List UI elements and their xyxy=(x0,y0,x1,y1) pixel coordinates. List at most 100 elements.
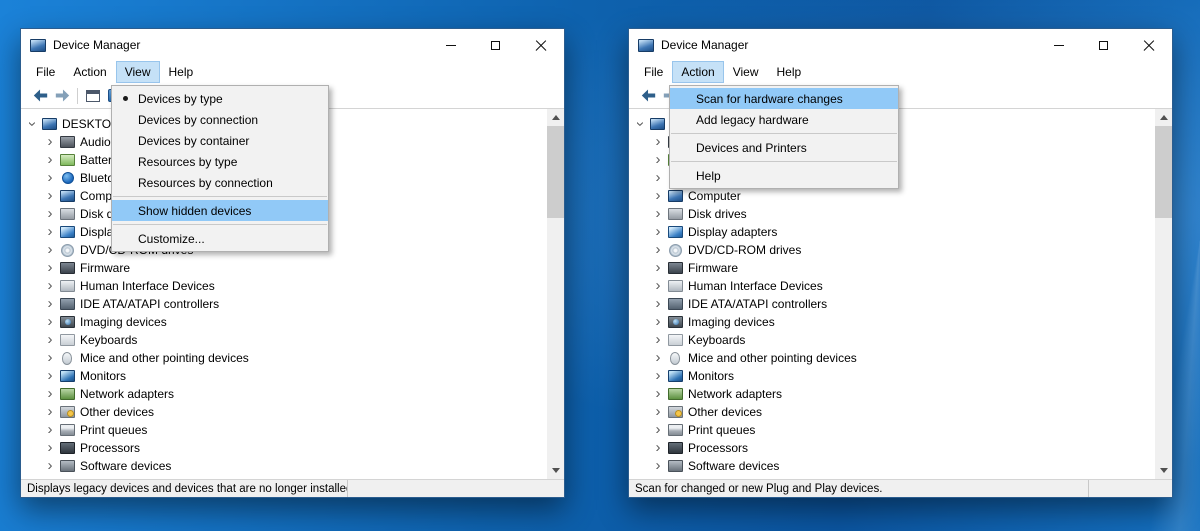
minimize-button[interactable] xyxy=(428,30,473,60)
chevron-collapsed-icon[interactable]: › xyxy=(43,406,57,418)
menubar-item-action[interactable]: Action xyxy=(672,61,723,83)
chevron-collapsed-icon[interactable]: › xyxy=(651,190,665,202)
tree-item-mice-and-other-pointing-devices[interactable]: ›Mice and other pointing devices xyxy=(629,349,1155,367)
chevron-collapsed-icon[interactable]: › xyxy=(43,226,57,238)
tree-item-ide-ata-atapi-controllers[interactable]: ›IDE ATA/ATAPI controllers xyxy=(21,295,547,313)
tree-item-print-queues[interactable]: ›Print queues xyxy=(629,421,1155,439)
chevron-collapsed-icon[interactable]: › xyxy=(43,370,57,382)
chevron-collapsed-icon[interactable]: › xyxy=(651,316,665,328)
scroll-down-icon[interactable] xyxy=(547,462,564,479)
close-button[interactable] xyxy=(1126,30,1171,60)
menubar-item-file[interactable]: File xyxy=(635,61,672,83)
tree-item-firmware[interactable]: ›Firmware xyxy=(629,259,1155,277)
menubar-item-help[interactable]: Help xyxy=(160,61,203,83)
chevron-collapsed-icon[interactable]: › xyxy=(651,298,665,310)
chevron-collapsed-icon[interactable]: › xyxy=(651,280,665,292)
tree-item-display-adapters[interactable]: ›Display adapters xyxy=(629,223,1155,241)
chevron-collapsed-icon[interactable]: › xyxy=(43,244,57,256)
tree-item-print-queues[interactable]: ›Print queues xyxy=(21,421,547,439)
chevron-collapsed-icon[interactable]: › xyxy=(43,460,57,472)
chevron-expanded-icon[interactable]: › xyxy=(26,117,38,131)
tree-item-keyboards[interactable]: ›Keyboards xyxy=(629,331,1155,349)
close-button[interactable] xyxy=(518,30,563,60)
menubar-item-help[interactable]: Help xyxy=(768,61,811,83)
chevron-collapsed-icon[interactable]: › xyxy=(43,190,57,202)
chevron-collapsed-icon[interactable]: › xyxy=(43,172,57,184)
chevron-collapsed-icon[interactable]: › xyxy=(651,406,665,418)
scroll-down-icon[interactable] xyxy=(1155,462,1172,479)
chevron-collapsed-icon[interactable]: › xyxy=(651,424,665,436)
tree-item-network-adapters[interactable]: ›Network adapters xyxy=(629,385,1155,403)
tree-item-firmware[interactable]: ›Firmware xyxy=(21,259,547,277)
menu-item-resources-by-connection[interactable]: Resources by connection xyxy=(112,172,328,193)
console-button[interactable] xyxy=(82,85,104,107)
vertical-scrollbar[interactable] xyxy=(547,109,564,479)
chevron-collapsed-icon[interactable]: › xyxy=(43,208,57,220)
chevron-collapsed-icon[interactable]: › xyxy=(43,424,57,436)
chevron-collapsed-icon[interactable]: › xyxy=(651,244,665,256)
tree-item-dvd-cd-rom-drives[interactable]: ›DVD/CD-ROM drives xyxy=(629,241,1155,259)
chevron-collapsed-icon[interactable]: › xyxy=(651,352,665,364)
menu-item-devices-by-connection[interactable]: Devices by connection xyxy=(112,109,328,130)
vertical-scrollbar[interactable] xyxy=(1155,109,1172,479)
chevron-collapsed-icon[interactable]: › xyxy=(43,280,57,292)
chevron-collapsed-icon[interactable]: › xyxy=(43,442,57,454)
title-bar[interactable]: Device Manager xyxy=(21,29,564,61)
maximize-button[interactable] xyxy=(473,30,518,60)
tree-item-monitors[interactable]: ›Monitors xyxy=(21,367,547,385)
tree-item-processors[interactable]: ›Processors xyxy=(629,439,1155,457)
chevron-collapsed-icon[interactable]: › xyxy=(651,442,665,454)
menubar-item-view[interactable]: View xyxy=(116,61,160,83)
tree-item-network-adapters[interactable]: ›Network adapters xyxy=(21,385,547,403)
tree-item-other-devices[interactable]: ›Other devices xyxy=(21,403,547,421)
menu-item-add-legacy-hardware[interactable]: Add legacy hardware xyxy=(670,109,898,130)
chevron-collapsed-icon[interactable]: › xyxy=(43,316,57,328)
chevron-collapsed-icon[interactable]: › xyxy=(651,154,665,166)
tree-item-software-devices[interactable]: ›Software devices xyxy=(629,457,1155,475)
menubar-item-file[interactable]: File xyxy=(27,61,64,83)
chevron-collapsed-icon[interactable]: › xyxy=(651,388,665,400)
minimize-button[interactable] xyxy=(1036,30,1081,60)
tree-item-computer[interactable]: ›Computer xyxy=(629,187,1155,205)
scrollbar-thumb[interactable] xyxy=(1155,126,1172,218)
chevron-collapsed-icon[interactable]: › xyxy=(43,298,57,310)
menubar-item-view[interactable]: View xyxy=(724,61,768,83)
tree-item-imaging-devices[interactable]: ›Imaging devices xyxy=(21,313,547,331)
tree-item-disk-drives[interactable]: ›Disk drives xyxy=(629,205,1155,223)
maximize-button[interactable] xyxy=(1081,30,1126,60)
chevron-collapsed-icon[interactable]: › xyxy=(43,136,57,148)
menubar-item-action[interactable]: Action xyxy=(64,61,115,83)
chevron-collapsed-icon[interactable]: › xyxy=(43,334,57,346)
menu-item-show-hidden-devices[interactable]: Show hidden devices xyxy=(112,200,328,221)
tree-item-ide-ata-atapi-controllers[interactable]: ›IDE ATA/ATAPI controllers xyxy=(629,295,1155,313)
chevron-collapsed-icon[interactable]: › xyxy=(651,334,665,346)
menu-item-devices-and-printers[interactable]: Devices and Printers xyxy=(670,137,898,158)
forward-button[interactable] xyxy=(51,85,73,107)
scroll-up-icon[interactable] xyxy=(547,109,564,126)
tree-item-other-devices[interactable]: ›Other devices xyxy=(629,403,1155,421)
scroll-up-icon[interactable] xyxy=(1155,109,1172,126)
chevron-collapsed-icon[interactable]: › xyxy=(43,262,57,274)
menu-item-help[interactable]: Help xyxy=(670,165,898,186)
menu-item-resources-by-type[interactable]: Resources by type xyxy=(112,151,328,172)
back-button[interactable] xyxy=(29,85,51,107)
menu-item-devices-by-type[interactable]: Devices by type xyxy=(112,88,328,109)
chevron-collapsed-icon[interactable]: › xyxy=(651,208,665,220)
chevron-collapsed-icon[interactable]: › xyxy=(43,352,57,364)
chevron-collapsed-icon[interactable]: › xyxy=(651,172,665,184)
chevron-collapsed-icon[interactable]: › xyxy=(651,262,665,274)
chevron-collapsed-icon[interactable]: › xyxy=(651,136,665,148)
chevron-collapsed-icon[interactable]: › xyxy=(651,226,665,238)
chevron-collapsed-icon[interactable]: › xyxy=(651,370,665,382)
tree-item-keyboards[interactable]: ›Keyboards xyxy=(21,331,547,349)
title-bar[interactable]: Device Manager xyxy=(629,29,1172,61)
back-button[interactable] xyxy=(637,85,659,107)
tree-item-human-interface-devices[interactable]: ›Human Interface Devices xyxy=(629,277,1155,295)
chevron-collapsed-icon[interactable]: › xyxy=(43,388,57,400)
tree-item-human-interface-devices[interactable]: ›Human Interface Devices xyxy=(21,277,547,295)
tree-item-software-devices[interactable]: ›Software devices xyxy=(21,457,547,475)
menu-item-devices-by-container[interactable]: Devices by container xyxy=(112,130,328,151)
chevron-expanded-icon[interactable]: › xyxy=(634,117,646,131)
tree-item-imaging-devices[interactable]: ›Imaging devices xyxy=(629,313,1155,331)
menu-item-customize[interactable]: Customize... xyxy=(112,228,328,249)
